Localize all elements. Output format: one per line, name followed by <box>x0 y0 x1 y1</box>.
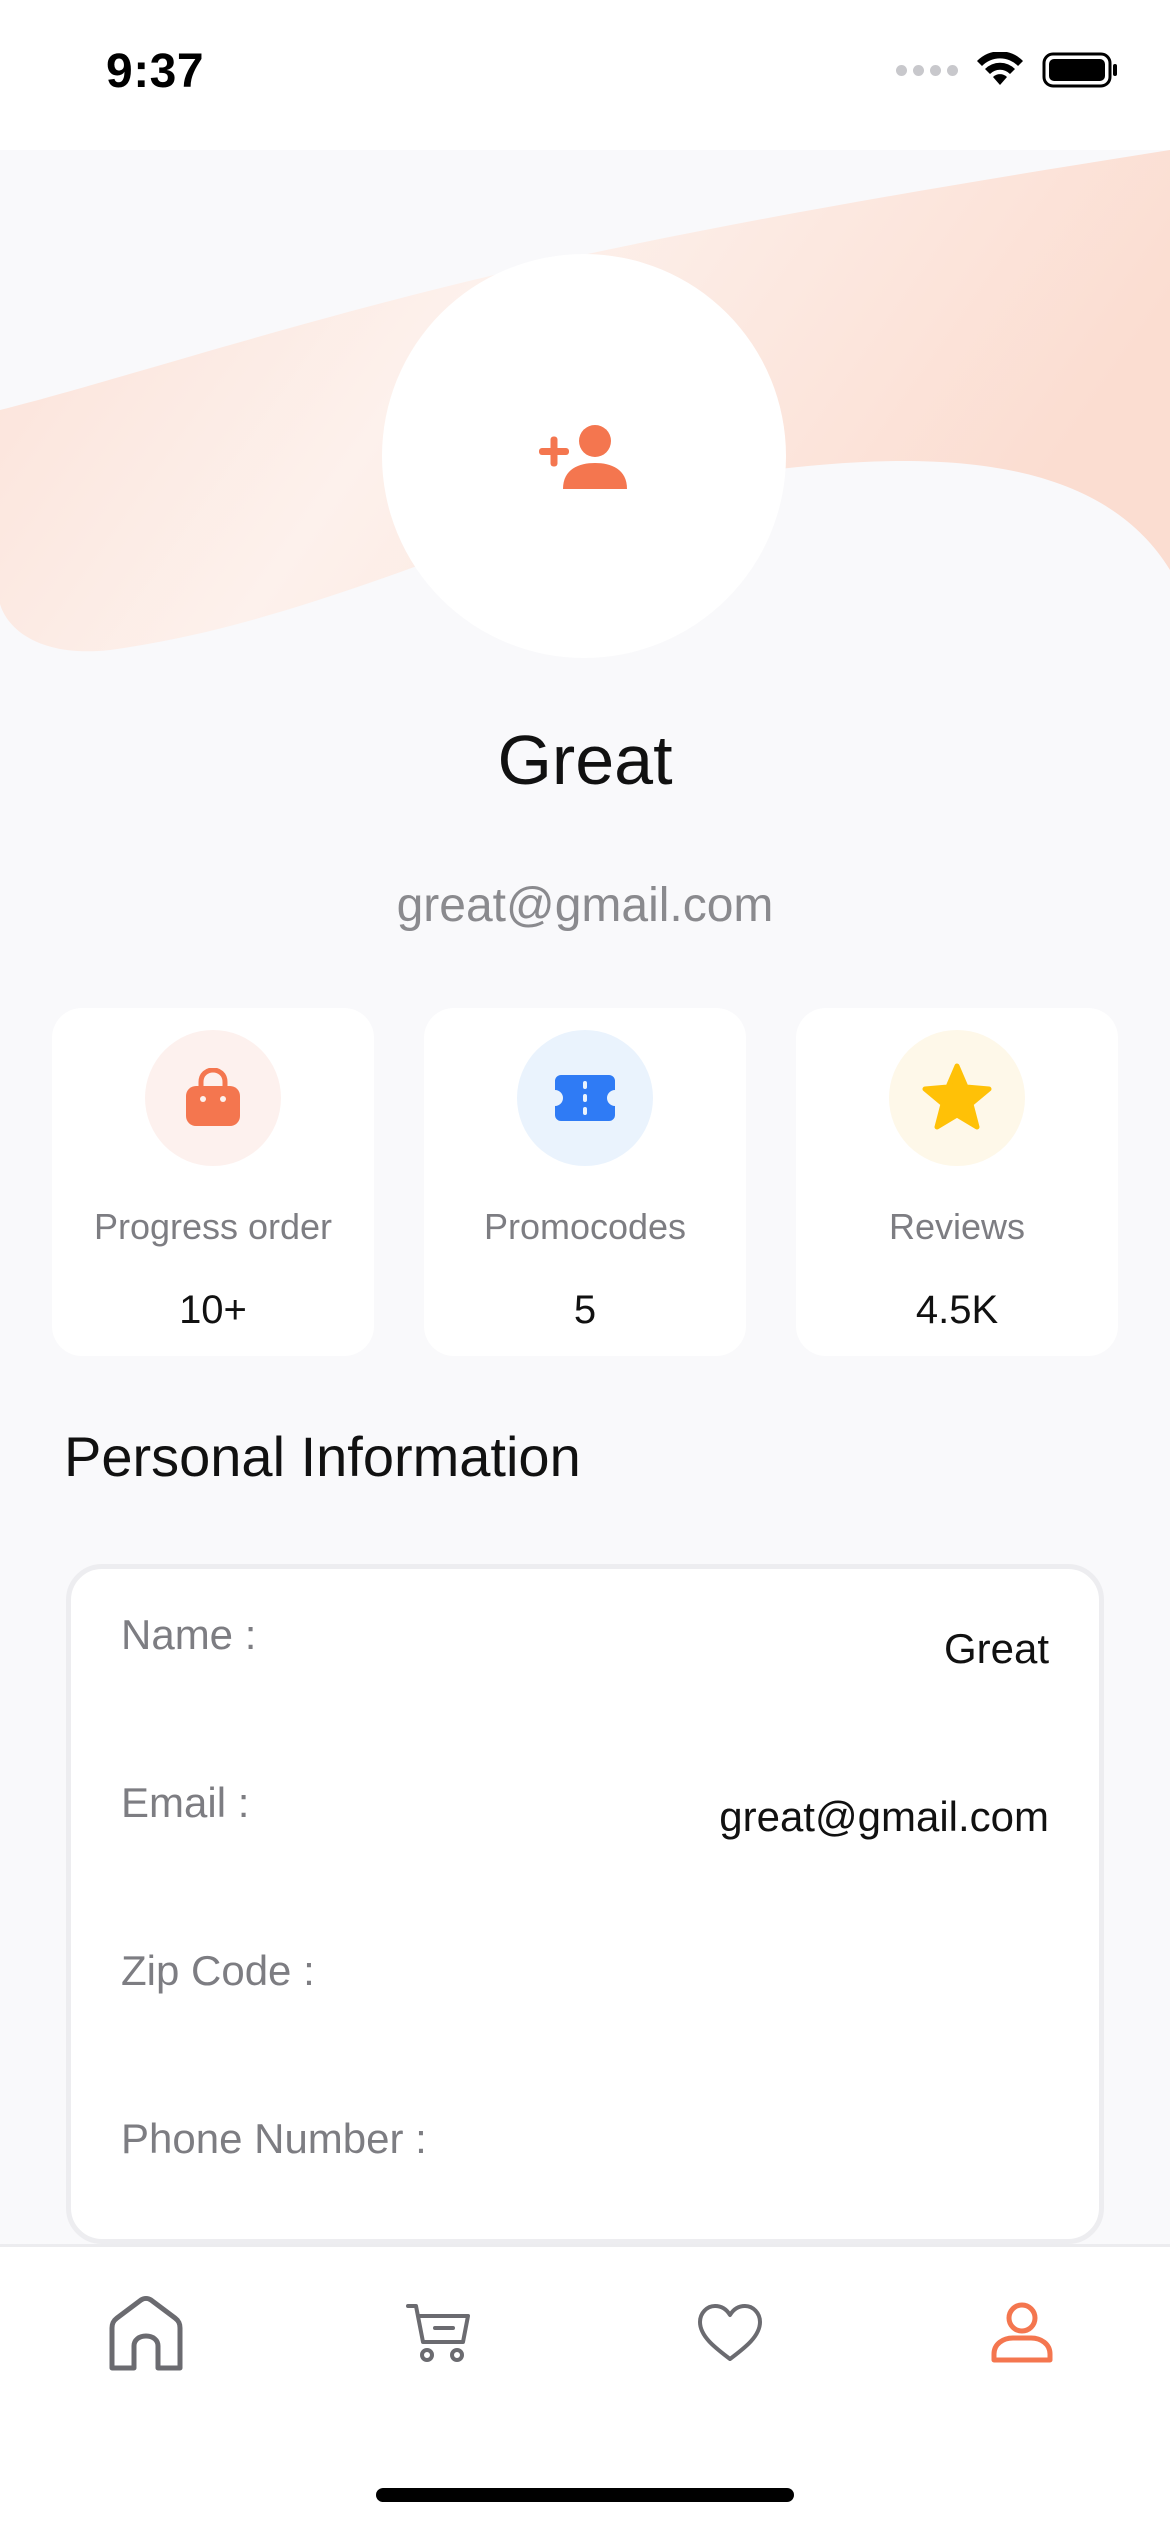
person-icon <box>991 2302 1053 2363</box>
status-bar: 9:37 <box>0 0 1170 150</box>
nav-item-cart[interactable] <box>378 2273 498 2393</box>
info-row-phone-number: Phone Number : <box>71 2115 1099 2215</box>
heart-icon <box>698 2304 762 2361</box>
status-time: 9:37 <box>106 45 205 98</box>
profile-screen: 9:37 Great great@gmail.com Progress orde… <box>0 0 1170 2532</box>
stat-value: 4.5K <box>915 1288 999 1332</box>
home-icon <box>109 2296 183 2371</box>
stat-icon-circle <box>517 1030 653 1166</box>
stat-card-progress-order[interactable]: Progress order 10+ <box>52 1008 374 1356</box>
section-title-personal-information: Personal Information <box>64 1425 581 1488</box>
info-label: Phone Number : <box>121 2115 427 2162</box>
add-person-icon <box>539 425 627 489</box>
stat-label: Promocodes <box>483 1206 687 1247</box>
user-email: great@gmail.com <box>396 879 774 932</box>
info-row-zip-code: Zip Code : <box>71 1947 1099 2047</box>
wifi-icon <box>977 52 1023 85</box>
info-value: great@gmail.com <box>719 1793 1049 1840</box>
stat-icon-circle <box>145 1030 281 1166</box>
ticket-icon <box>555 1075 615 1121</box>
shopping-bag-icon <box>186 1068 240 1126</box>
info-row-email: Email : great@gmail.com <box>71 1779 1099 1879</box>
home-indicator <box>376 2488 794 2502</box>
battery-icon <box>1042 52 1117 88</box>
nav-item-favorites[interactable] <box>670 2273 790 2393</box>
status-icons <box>896 52 1118 88</box>
stat-card-reviews[interactable]: Reviews 4.5K <box>796 1008 1118 1356</box>
stat-label: Reviews <box>888 1206 1026 1247</box>
nav-item-home[interactable] <box>86 2273 206 2393</box>
star-icon <box>922 1063 992 1130</box>
stat-label: Progress order <box>93 1206 333 1247</box>
stat-icon-circle <box>889 1030 1025 1166</box>
cart-icon <box>406 2304 470 2362</box>
cellular-signal-icon <box>896 64 958 76</box>
stat-card-promocodes[interactable]: Promocodes 5 <box>424 1008 746 1356</box>
info-label: Email : <box>121 1779 250 1826</box>
info-value: Great <box>943 1625 1049 1672</box>
stat-value: 10+ <box>179 1288 247 1332</box>
personal-info-card: Name : Great Email : great@gmail.com Zip… <box>66 1564 1104 2244</box>
info-label: Zip Code : <box>121 1947 315 1994</box>
user-name: Great <box>497 721 673 799</box>
avatar[interactable] <box>382 254 786 658</box>
nav-item-profile[interactable] <box>962 2273 1082 2393</box>
info-label: Name : <box>121 1611 257 1658</box>
stat-value: 5 <box>573 1288 597 1332</box>
info-row-name: Name : Great <box>71 1611 1099 1711</box>
